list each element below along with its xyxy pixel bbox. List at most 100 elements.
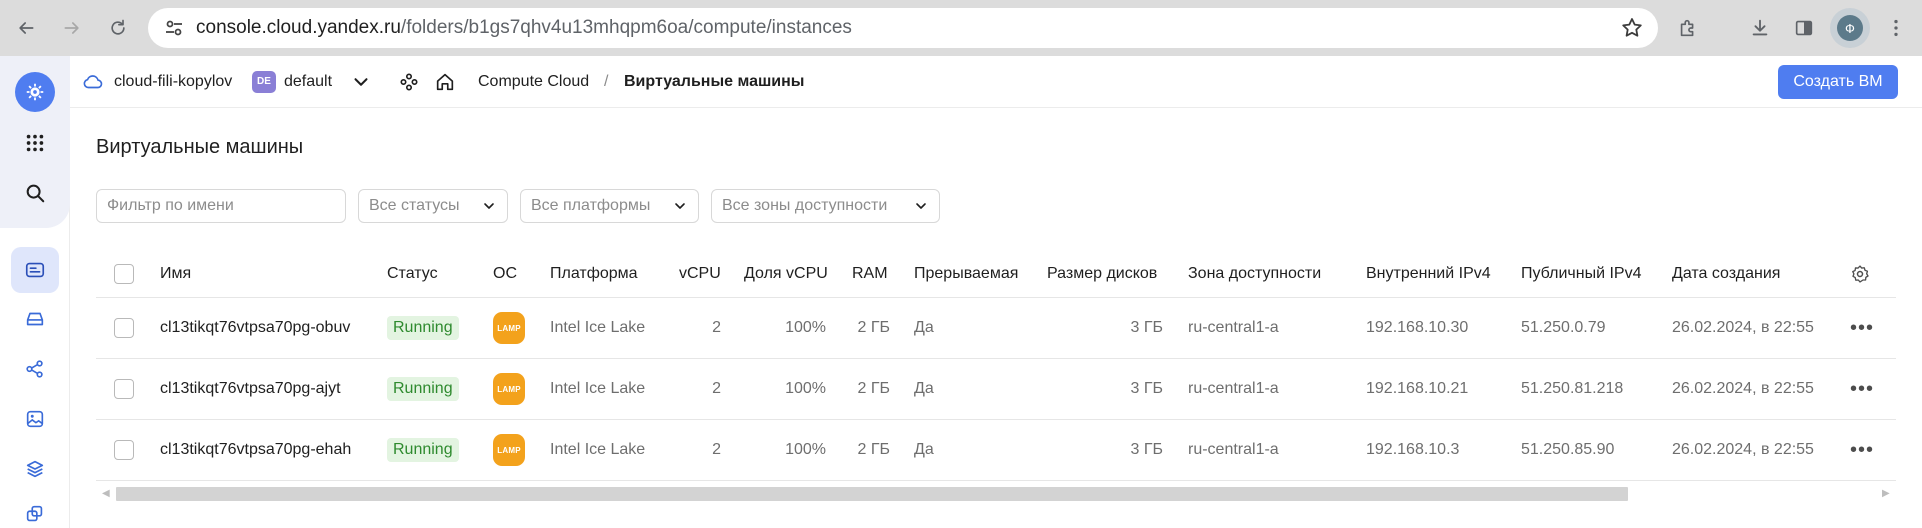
- zone-filter-value: Все зоны доступности: [722, 197, 888, 214]
- vcpu-share-cell: 100%: [785, 441, 826, 458]
- cloud-name[interactable]: cloud-fili-kopylov: [114, 56, 232, 108]
- network-icon[interactable]: [15, 349, 55, 389]
- vcpu-share-cell: 100%: [785, 380, 826, 397]
- table-row[interactable]: cl13tikqt76vtpsa70pg-ehah Running LAMP I…: [96, 420, 1896, 481]
- os-lamp-icon: LAMP: [493, 298, 525, 358]
- home-icon[interactable]: [434, 71, 456, 93]
- disk-icon[interactable]: [15, 299, 55, 339]
- public-ip-cell: 51.250.0.79: [1521, 319, 1606, 336]
- public-ip-cell: 51.250.81.218: [1521, 380, 1624, 397]
- address-bar[interactable]: console.cloud.yandex.ru/folders/b1gs7qhv…: [148, 8, 1658, 48]
- forward-icon[interactable]: [56, 12, 88, 44]
- url-host: console.cloud.yandex.ru: [196, 17, 401, 38]
- vcpu-cell: 2: [712, 319, 721, 336]
- row-actions-icon[interactable]: •••: [1850, 359, 1874, 419]
- vm-name-link[interactable]: cl13tikqt76vtpsa70pg-obuv: [160, 298, 350, 358]
- bookmark-star-icon[interactable]: [1620, 16, 1644, 40]
- create-vm-button[interactable]: Создать ВМ: [1778, 65, 1898, 99]
- column-header-zone[interactable]: Зона доступности: [1188, 251, 1321, 297]
- side-panel-icon[interactable]: [1788, 12, 1820, 44]
- column-header-created[interactable]: Дата создания: [1672, 251, 1780, 297]
- console-header: cloud-fili-kopylov DE default Compute Cl…: [70, 56, 1922, 108]
- download-icon[interactable]: [1744, 12, 1776, 44]
- column-settings-icon[interactable]: [1850, 251, 1870, 297]
- instance-groups-icon[interactable]: [15, 499, 55, 528]
- column-header-platform[interactable]: Платформа: [550, 251, 638, 297]
- services-icon[interactable]: [398, 71, 420, 93]
- image-icon[interactable]: [15, 399, 55, 439]
- browser-chrome: console.cloud.yandex.ru/folders/b1gs7qhv…: [0, 0, 1922, 56]
- column-header-vcpu-share[interactable]: Доля vCPU: [744, 251, 828, 297]
- table-row[interactable]: cl13tikqt76vtpsa70pg-obuv Running LAMP I…: [96, 298, 1896, 359]
- column-header-disk-size[interactable]: Размер дисков: [1047, 251, 1157, 297]
- url-path: /folders/b1gs7qhv4u13mhqpm6oa/compute/in…: [400, 17, 852, 38]
- zone-filter-select[interactable]: Все зоны доступности: [711, 189, 940, 223]
- url-text: console.cloud.yandex.ru/folders/b1gs7qhv…: [196, 8, 852, 48]
- zone-cell: ru-central1-a: [1188, 380, 1279, 397]
- scroll-left-icon[interactable]: ◀: [102, 489, 112, 499]
- status-filter-select[interactable]: Все статусы: [358, 189, 508, 223]
- server-list-icon[interactable]: [11, 247, 59, 293]
- created-cell: 26.02.2024, в 22:55: [1672, 319, 1814, 336]
- vcpu-cell: 2: [712, 380, 721, 397]
- vm-name-link[interactable]: cl13tikqt76vtpsa70pg-ajyt: [160, 359, 341, 419]
- reload-icon[interactable]: [102, 12, 134, 44]
- layers-icon[interactable]: [15, 449, 55, 489]
- chevron-down-icon: [916, 203, 926, 209]
- os-label: LAMP: [493, 434, 525, 466]
- row-actions-icon[interactable]: •••: [1850, 420, 1874, 480]
- column-header-status[interactable]: Статус: [387, 251, 438, 297]
- column-header-name[interactable]: Имя: [160, 251, 191, 297]
- profile-avatar[interactable]: Ф: [1830, 8, 1870, 48]
- search-icon[interactable]: [15, 173, 55, 213]
- os-label: LAMP: [493, 312, 525, 344]
- os-label: LAMP: [493, 373, 525, 405]
- row-actions-icon[interactable]: •••: [1850, 298, 1874, 358]
- os-lamp-icon: LAMP: [493, 359, 525, 419]
- breadcrumb-service[interactable]: Compute Cloud: [478, 56, 589, 108]
- vm-name-link[interactable]: cl13tikqt76vtpsa70pg-ehah: [160, 420, 351, 480]
- vcpu-cell: 2: [712, 441, 721, 458]
- column-header-ram[interactable]: RAM: [852, 251, 888, 297]
- folder-name[interactable]: default: [284, 56, 332, 108]
- disk-size-cell: 3 ГБ: [1130, 380, 1163, 397]
- row-checkbox[interactable]: [114, 298, 134, 358]
- status-badge: Running: [387, 359, 459, 419]
- preemptible-cell: Да: [914, 441, 934, 458]
- left-rail: [0, 56, 70, 528]
- back-icon[interactable]: [10, 12, 42, 44]
- scroll-right-icon[interactable]: ▶: [1882, 489, 1892, 499]
- logo-icon[interactable]: [15, 72, 55, 112]
- name-filter-input[interactable]: Фильтр по имени: [96, 189, 346, 223]
- status-badge-label: Running: [387, 316, 459, 340]
- platform-cell: Intel Ice Lake: [550, 441, 646, 458]
- scrollbar-thumb[interactable]: [116, 487, 1628, 501]
- chevron-down-icon[interactable]: [350, 71, 372, 93]
- internal-ip-cell: 192.168.10.21: [1366, 380, 1469, 397]
- created-cell: 26.02.2024, в 22:55: [1672, 441, 1814, 458]
- folder-badge: DE: [252, 71, 276, 93]
- table-row[interactable]: cl13tikqt76vtpsa70pg-ajyt Running LAMP I…: [96, 359, 1896, 420]
- platform-filter-select[interactable]: Все платформы: [520, 189, 699, 223]
- vcpu-share-cell: 100%: [785, 319, 826, 336]
- column-header-preemptible[interactable]: Прерываемая: [914, 251, 1018, 297]
- browser-menu-icon[interactable]: [1880, 12, 1912, 44]
- apps-grid-icon[interactable]: [15, 123, 55, 163]
- page-title: Виртуальные машины: [96, 136, 304, 158]
- horizontal-scrollbar[interactable]: ◀ ▶: [96, 484, 1896, 504]
- public-ip-cell: 51.250.85.90: [1521, 441, 1615, 458]
- preemptible-cell: Да: [914, 319, 934, 336]
- column-header-vcpu[interactable]: vCPU: [679, 251, 721, 297]
- select-all-checkbox[interactable]: [114, 251, 134, 297]
- row-checkbox[interactable]: [114, 359, 134, 419]
- platform-cell: Intel Ice Lake: [550, 380, 646, 397]
- column-header-public-ip[interactable]: Публичный IPv4: [1521, 251, 1641, 297]
- preemptible-cell: Да: [914, 380, 934, 397]
- row-checkbox[interactable]: [114, 420, 134, 480]
- internal-ip-cell: 192.168.10.30: [1366, 319, 1469, 336]
- site-settings-icon[interactable]: [162, 16, 186, 40]
- cloud-icon: [82, 71, 104, 93]
- extensions-icon[interactable]: [1672, 12, 1704, 44]
- column-header-internal-ip[interactable]: Внутренний IPv4: [1366, 251, 1491, 297]
- column-header-os[interactable]: ОС: [493, 251, 517, 297]
